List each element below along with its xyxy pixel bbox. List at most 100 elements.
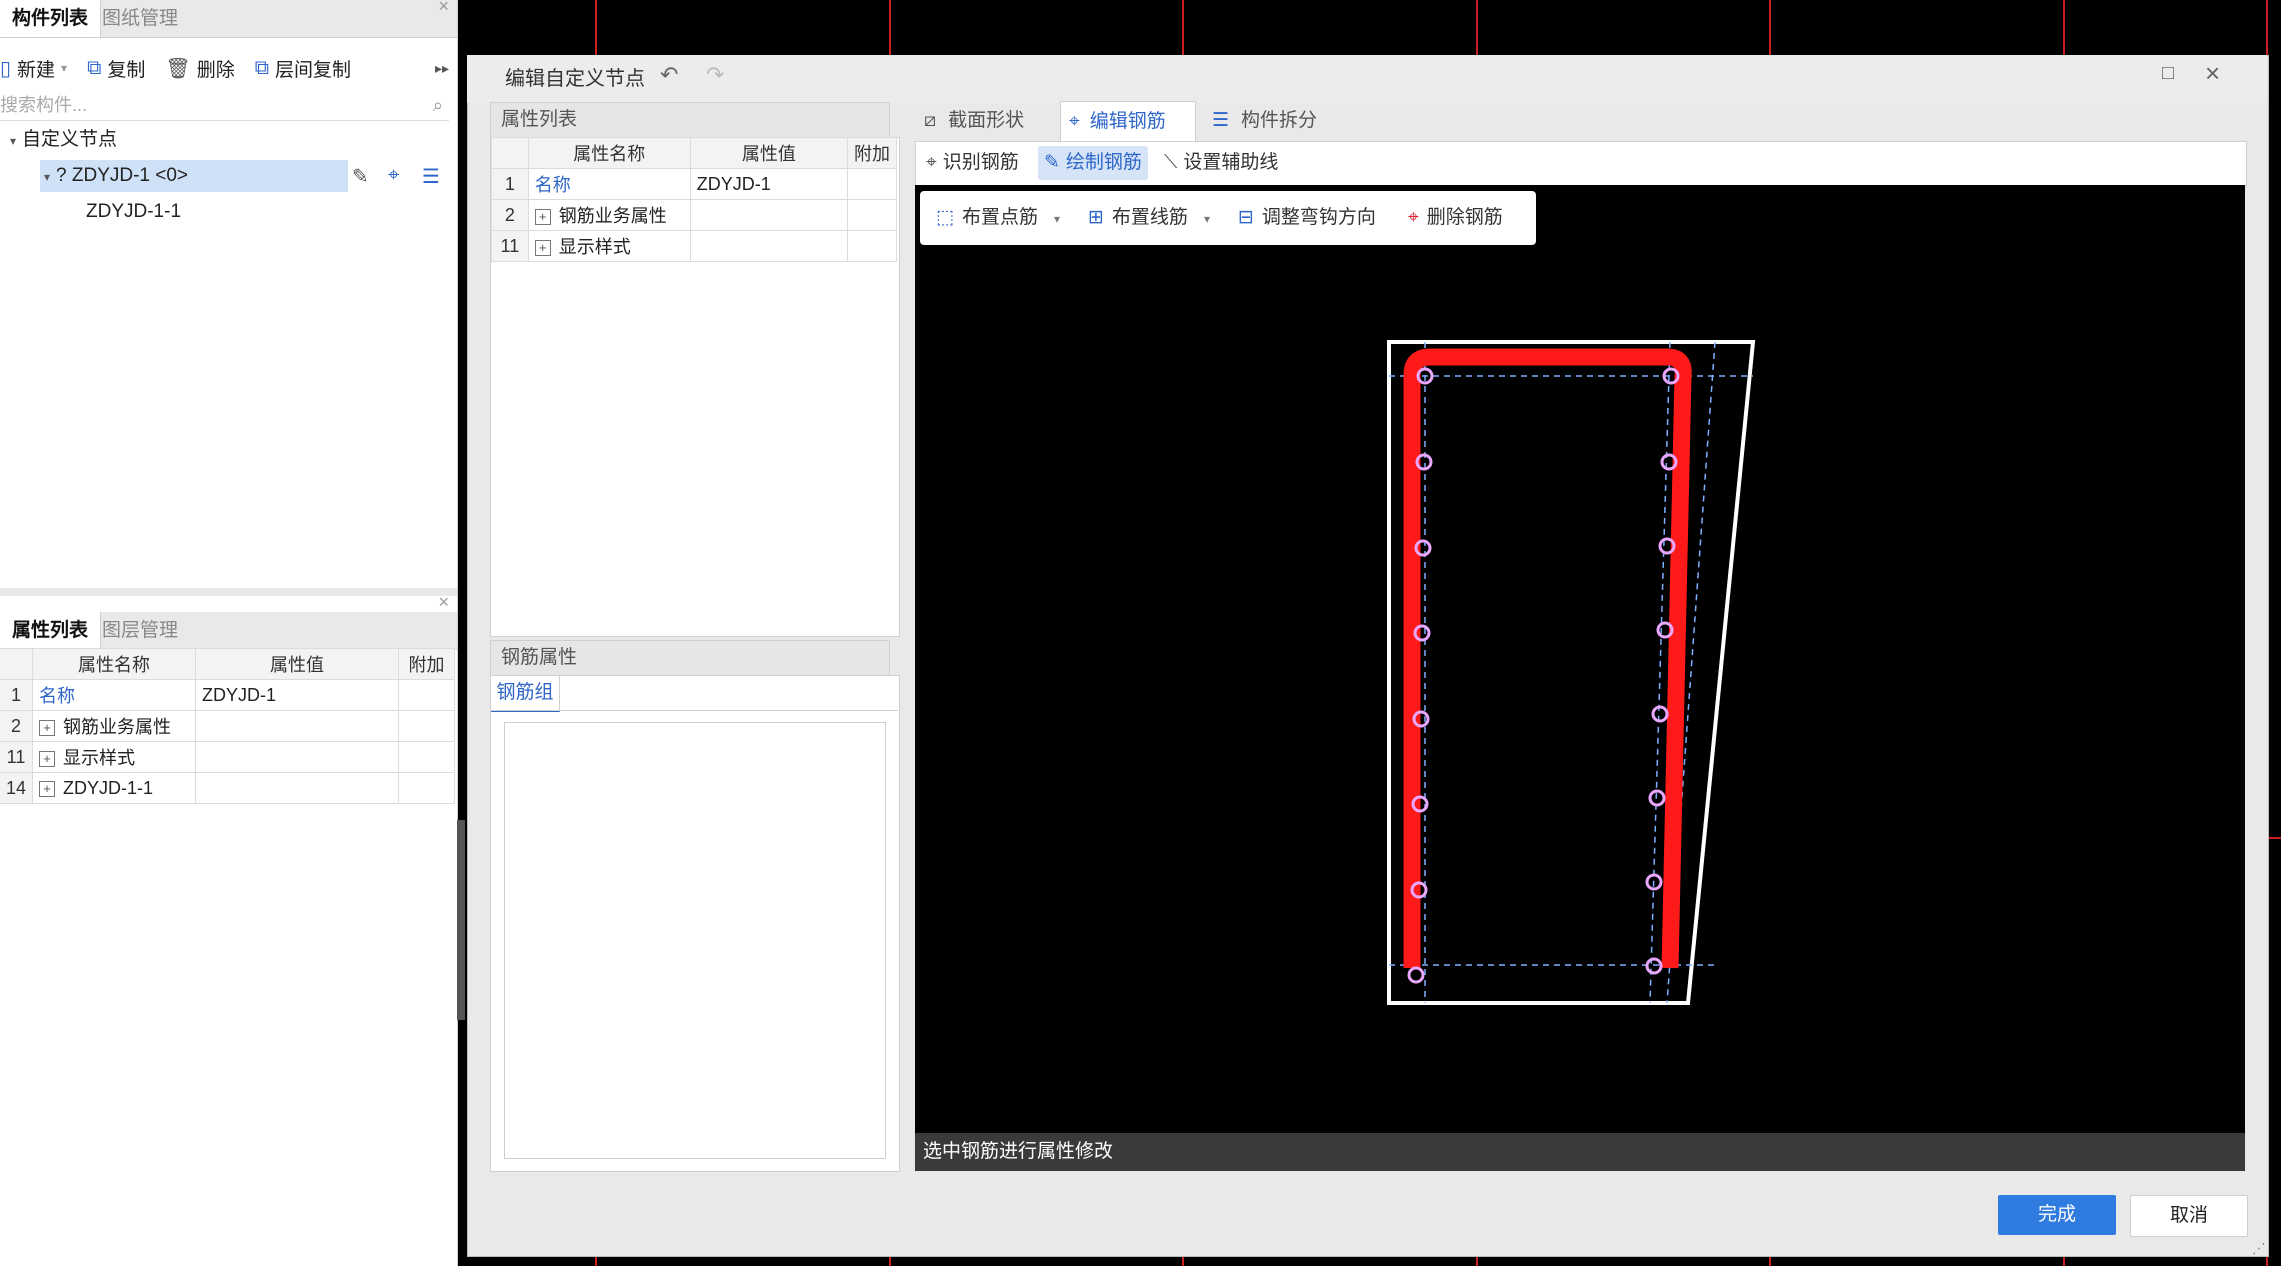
tab-component-list[interactable]: 构件列表 xyxy=(0,0,102,37)
expand-plus-icon[interactable]: + xyxy=(534,209,551,226)
table-row[interactable]: 1 名称 ZDYJD-1 xyxy=(0,679,455,711)
property-extra[interactable] xyxy=(398,772,455,804)
row-index: 2 xyxy=(491,199,529,231)
property-value[interactable]: ZDYJD-1 xyxy=(689,168,849,200)
header-index xyxy=(491,137,529,169)
expand-icon[interactable]: ▾ xyxy=(44,170,50,184)
new-file-icon: ▯ xyxy=(0,57,12,80)
expand-plus-icon[interactable]: + xyxy=(39,751,56,768)
divider xyxy=(491,710,898,711)
property-value[interactable] xyxy=(689,199,849,231)
point-rebar[interactable] xyxy=(1645,957,1663,975)
property-name: 显示样式 xyxy=(558,237,631,257)
tab-rebar-group[interactable]: 钢筋组 xyxy=(491,676,560,712)
section-shape-icon: ⧄ xyxy=(924,110,937,131)
trash-icon: 🗑 xyxy=(165,57,191,80)
chevron-down-icon[interactable]: ▾ xyxy=(61,61,67,75)
close-icon[interactable]: × xyxy=(438,0,449,17)
property-value[interactable] xyxy=(195,741,400,773)
property-list-header: 属性列表 xyxy=(490,102,890,138)
property-value[interactable] xyxy=(195,710,400,742)
expand-icon[interactable]: ▾ xyxy=(10,134,16,148)
search-input[interactable]: 搜索构件... ⌕ xyxy=(0,90,449,121)
tree-node-selected[interactable]: ▾? ZDYJD-1 <0> xyxy=(40,160,348,192)
close-icon[interactable]: × xyxy=(438,592,449,613)
property-extra[interactable] xyxy=(398,710,455,742)
table-row[interactable]: 1 名称 ZDYJD-1 xyxy=(491,168,897,200)
guide-line-icon: ⟍ xyxy=(1164,152,1178,173)
tab-layer-management[interactable]: 图层管理 xyxy=(90,612,190,649)
table-row[interactable]: 14 + ZDYJD-1-1 xyxy=(0,772,455,804)
property-extra[interactable] xyxy=(847,230,897,262)
stirrup-rebar[interactable] xyxy=(1403,348,1692,969)
point-rebar[interactable] xyxy=(1651,705,1669,723)
table-row[interactable]: 2 + 钢筋业务属性 xyxy=(491,199,897,231)
rebar-icon[interactable]: ⌖ xyxy=(388,164,399,187)
property-extra[interactable] xyxy=(847,168,897,200)
search-icon[interactable]: ⌕ xyxy=(433,90,443,120)
property-tabs: 属性列表 图层管理 × xyxy=(0,592,457,650)
header-extra: 附加 xyxy=(847,137,897,169)
tab-drawing-management[interactable]: 图纸管理 xyxy=(90,0,190,37)
expand-plus-icon[interactable]: + xyxy=(534,240,551,257)
rebar-properties-header: 钢筋属性 xyxy=(490,640,890,676)
tree-child[interactable]: ZDYJD-1-1 xyxy=(86,196,181,228)
property-name: 钢筋业务属性 xyxy=(63,717,172,737)
tab-section-shape[interactable]: ⧄ 截面形状 xyxy=(918,101,1048,141)
property-value[interactable] xyxy=(195,772,400,804)
left-property-table: 属性名称 属性值 附加 1 名称 ZDYJD-1 2 + 钢筋业务属性 11 + 显… xyxy=(0,648,455,804)
row-index: 2 xyxy=(0,710,34,742)
search-placeholder: 搜索构件... xyxy=(0,95,88,115)
cancel-button[interactable]: 取消 xyxy=(2130,1195,2248,1237)
dialog-property-table: 属性名称 属性值 附加 1 名称 ZDYJD-1 2 + 钢筋业务属性 11 + 显… xyxy=(491,137,897,262)
delete-button[interactable]: 🗑 删除 xyxy=(165,55,234,82)
more-icon[interactable]: ▸▸ xyxy=(435,60,449,77)
property-extra[interactable] xyxy=(847,199,897,231)
point-rebar[interactable] xyxy=(1407,966,1425,984)
splitter[interactable] xyxy=(0,588,457,596)
tab-edit-rebar[interactable]: ⌖ 编辑钢筋 xyxy=(1060,101,1196,142)
dialog-titlebar xyxy=(467,55,2267,103)
property-value[interactable] xyxy=(689,230,849,262)
draw-rebar-button[interactable]: ✎ 绘制钢筋 xyxy=(1038,146,1148,180)
maximize-icon[interactable]: □ xyxy=(2162,62,2174,85)
component-toolbar: ▯ 新建 ▾ ⧉ 复制 🗑 删除 ⧉ 层间复制 ▸▸ xyxy=(0,48,457,88)
property-name: 显示样式 xyxy=(63,748,136,768)
table-row[interactable]: 2 + 钢筋业务属性 xyxy=(0,710,455,742)
identify-rebar-button[interactable]: ⌖ 识别钢筋 xyxy=(920,146,1025,180)
new-button[interactable]: ▯ 新建 ▾ xyxy=(0,55,67,82)
header-name: 属性名称 xyxy=(527,137,691,169)
table-row[interactable]: 11 + 显示样式 xyxy=(0,741,455,773)
floor-copy-button[interactable]: ⧉ 层间复制 xyxy=(255,55,351,82)
set-guide-line-button[interactable]: ⟍ 设置辅助线 xyxy=(1158,146,1284,180)
tab-property-list[interactable]: 属性列表 xyxy=(0,612,102,649)
section-drawing[interactable] xyxy=(915,185,2245,1133)
floor-copy-icon: ⧉ xyxy=(254,56,270,79)
tree-root[interactable]: ▾ 自定义节点 xyxy=(10,124,117,156)
tab-component-split[interactable]: ☰ 构件拆分 xyxy=(1206,101,1336,141)
close-icon[interactable]: × xyxy=(2205,58,2220,89)
dialog-title: 编辑自定义节点 xyxy=(505,68,645,90)
resize-grip-icon[interactable]: ⋰ xyxy=(2252,1240,2266,1257)
finish-button[interactable]: 完成 xyxy=(1998,1195,2116,1235)
row-index: 14 xyxy=(0,772,34,804)
property-extra[interactable] xyxy=(398,741,455,773)
header-value: 属性值 xyxy=(689,137,849,169)
properties-icon[interactable]: ☰ xyxy=(422,164,440,189)
side-splitter[interactable] xyxy=(457,820,465,1020)
property-value[interactable]: ZDYJD-1 xyxy=(195,679,400,711)
undo-icon[interactable]: ↶ xyxy=(660,62,678,88)
copy-icon: ⧉ xyxy=(87,56,102,79)
edit-rebar-icon: ⌖ xyxy=(1069,111,1080,132)
header-name: 属性名称 xyxy=(32,648,197,680)
property-name: 钢筋业务属性 xyxy=(558,206,667,226)
component-split-icon: ☰ xyxy=(1212,110,1230,131)
redo-icon[interactable]: ↷ xyxy=(706,62,724,88)
property-extra[interactable] xyxy=(398,679,455,711)
edit-icon[interactable]: ✎ xyxy=(352,164,369,189)
rebar-group-list[interactable] xyxy=(504,722,886,1159)
expand-plus-icon[interactable]: + xyxy=(39,780,56,797)
expand-plus-icon[interactable]: + xyxy=(39,720,56,737)
copy-button[interactable]: ⧉ 复制 xyxy=(87,55,145,82)
table-row[interactable]: 11 + 显示样式 xyxy=(491,230,897,262)
